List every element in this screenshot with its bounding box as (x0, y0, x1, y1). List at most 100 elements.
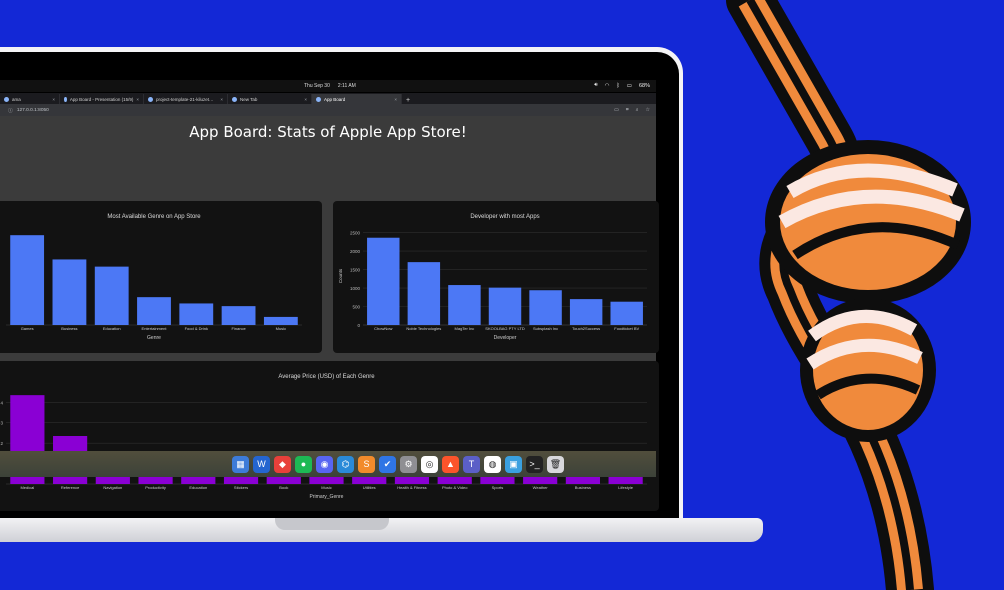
brave-icon[interactable]: ▲ (442, 455, 459, 473)
tab-favicon-icon (64, 96, 67, 102)
x-tick-label: Education (189, 485, 207, 490)
zoom-icon[interactable]: ⌕ (636, 107, 639, 113)
wifi-icon[interactable]: ◠ (605, 83, 610, 89)
bar (10, 235, 45, 325)
x-tick-label: Stickers (234, 485, 248, 490)
tab-close-icon[interactable]: × (394, 97, 397, 102)
bar (610, 301, 643, 325)
cast-icon[interactable]: ▭ (614, 107, 619, 113)
tab-label: New Tab (240, 96, 258, 102)
address-bar[interactable]: ⓘ 127.0.0.1:8050 ▭ ⌗ ⌕ ☆ (0, 104, 656, 116)
tab-favicon-icon (148, 96, 153, 102)
x-tick-label: Book (279, 485, 288, 490)
share-icon[interactable]: ⌗ (626, 107, 629, 113)
tab-close-icon[interactable]: × (136, 97, 139, 102)
app-board: App Board: Stats of Apple App Store! Mos… (0, 116, 659, 511)
bar (179, 303, 214, 325)
x-tick-label: Music (321, 485, 331, 490)
clock[interactable]: Thu Sep 30 2:11 AM (304, 83, 356, 89)
browser-tab[interactable]: App Board - Presentation (15/9) × (60, 94, 144, 104)
browser-tab[interactable]: project-template-21-kiluzet… × (144, 94, 228, 104)
bar (221, 306, 256, 325)
x-tick-label: Noble Technologies (406, 326, 441, 331)
x-tick-label: Finance (231, 326, 246, 331)
tab-favicon-icon (4, 96, 9, 102)
tab-close-icon[interactable]: × (52, 97, 55, 102)
bar (52, 259, 87, 325)
clock-time: 2:11 AM (337, 83, 356, 89)
dropbox-icon[interactable]: ✔ (379, 455, 396, 473)
x-tick-label: Touch2Success (572, 326, 600, 331)
tab-favicon-icon (316, 96, 321, 102)
x-tick-label: Entertainment (142, 326, 168, 331)
trash-icon[interactable]: 🗑︎ (547, 455, 564, 473)
teams-icon[interactable]: T (463, 455, 480, 473)
y-tick-label: 1000 (350, 286, 361, 291)
x-tick-label: Food & Drink (185, 326, 208, 331)
x-tick-label: Photo & Video (442, 485, 468, 490)
y-tick-label: 1500 (350, 268, 361, 273)
new-tab-icon[interactable]: + (402, 97, 414, 104)
settings-icon[interactable]: ⚙ (400, 455, 417, 473)
x-tick-label: Education (103, 326, 121, 331)
x-tick-label: Sports (492, 485, 504, 490)
y-tick-label: 2 (0, 441, 3, 446)
bar (448, 285, 481, 325)
finder-icon[interactable]: ▦ (232, 455, 249, 473)
bar (263, 316, 298, 325)
vscode-icon[interactable]: ⌬ (337, 455, 354, 473)
browser-tab[interactable]: ama × (0, 94, 60, 104)
x-tick-label: Utilities (363, 485, 376, 490)
x-tick-label: SKOOLBAG PTY LTD (485, 326, 525, 331)
x-axis-title: Developer (494, 335, 517, 341)
y-tick-label: 0 (357, 323, 360, 328)
bar (407, 262, 441, 325)
browser-tab[interactable]: New Tab × (228, 94, 312, 104)
bar (488, 287, 522, 325)
spotify-icon[interactable]: ● (295, 455, 312, 473)
info-icon[interactable]: ⓘ (8, 107, 13, 114)
x-tick-label: Weather (533, 485, 549, 490)
x-tick-label: Navigation (103, 485, 122, 490)
github-icon[interactable]: ◍ (484, 455, 501, 473)
sublime-icon[interactable]: S (358, 455, 375, 473)
tab-close-icon[interactable]: × (220, 97, 223, 102)
y-tick-label: 2000 (350, 249, 361, 254)
discord-icon[interactable]: ◉ (316, 455, 333, 473)
anydesk-icon[interactable]: ◆ (274, 455, 291, 473)
volume-icon[interactable]: 🔊︎ (594, 82, 597, 89)
terminal-icon[interactable]: >_ (526, 455, 543, 473)
bookmark-star-icon[interactable]: ☆ (646, 107, 650, 113)
bluetooth-icon[interactable]: ᛒ (616, 83, 619, 89)
x-tick-label: Music (276, 326, 286, 331)
price-chart: Average Price (USD) of Each Genre1234Med… (0, 374, 647, 500)
bar (565, 476, 600, 484)
x-tick-label: Health & Fitness (397, 485, 426, 490)
tab-favicon-icon (232, 96, 237, 102)
developer-chart: Developer with most Apps 0 500 1000 1500 2000… (338, 214, 647, 341)
bar (94, 266, 129, 325)
x-tick-label: Business (575, 485, 591, 490)
x-axis-title: Primary_Genre (310, 494, 344, 500)
genre-chart-card: Most Available Genre on App Store Games Bu… (0, 201, 322, 353)
browser-toolbar-icons: ▭ ⌗ ⌕ ☆ (614, 107, 650, 113)
chart-title: Developer with most Apps (470, 214, 539, 220)
x-tick-label: ChowNow (374, 326, 392, 331)
wps-icon[interactable]: W (253, 455, 270, 473)
x-tick-label: MagTer Inc (455, 326, 475, 331)
developer-chart-card: Developer with most Apps 0 500 1000 1500 2000… (333, 201, 659, 353)
tab-label: project-template-21-kiluzet… (156, 96, 214, 102)
y-axis-title: Counts (338, 268, 343, 283)
page-title: App Board: Stats of Apple App Store! (189, 123, 467, 141)
bar (529, 290, 562, 325)
browser-tab-bar: ama × App Board - Presentation (15/9) × proj… (0, 93, 656, 104)
bar (569, 299, 603, 325)
clock-day: Thu Sep 30 (304, 83, 330, 89)
photos-icon[interactable]: ▣ (505, 455, 522, 473)
laptop-lid: Thu Sep 30 2:11 AM 🔊︎ ◠ ᛒ ▭ 68% ama × App … (0, 47, 683, 523)
chrome-icon[interactable]: ◎ (421, 455, 438, 473)
tab-label: App Board (324, 96, 346, 102)
tab-close-icon[interactable]: × (304, 97, 307, 102)
browser-tab[interactable]: App Board × (312, 94, 402, 104)
battery-icon[interactable]: ▭ (627, 83, 632, 89)
